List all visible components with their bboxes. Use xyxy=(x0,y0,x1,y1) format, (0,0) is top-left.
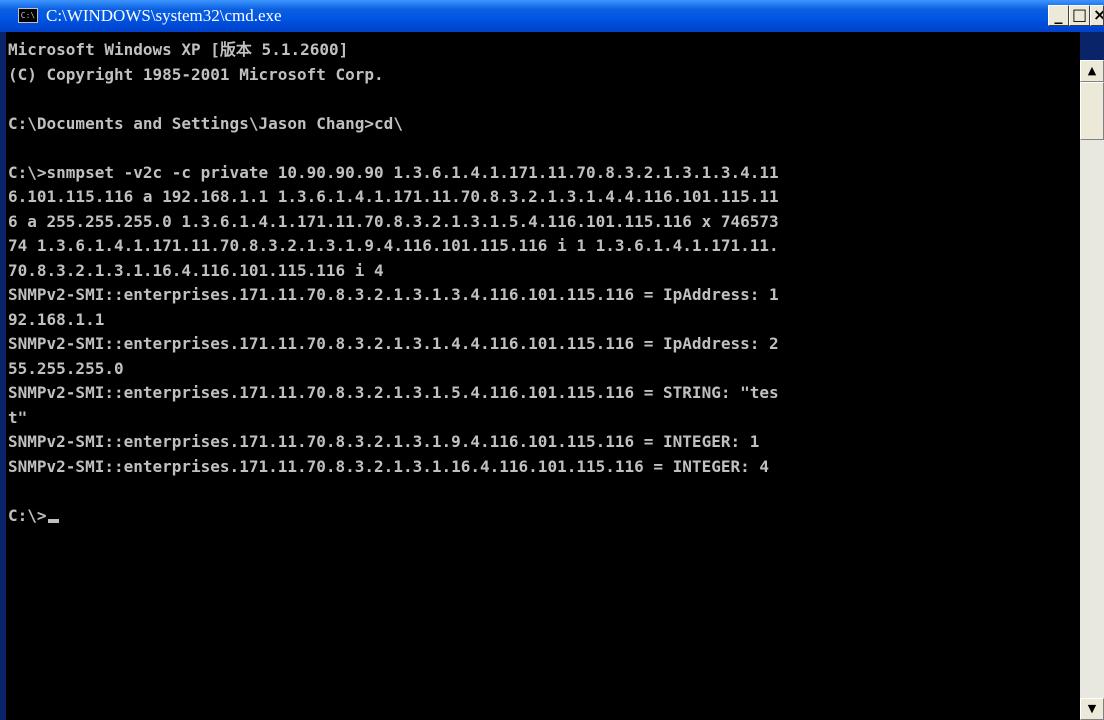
console-line: 70.8.3.2.1.3.1.16.4.116.101.115.116 i 4 xyxy=(8,260,384,280)
scroll-up-icon[interactable]: ▲ xyxy=(1080,60,1104,82)
console-line: 74 1.3.6.1.4.1.171.11.70.8.3.2.1.3.1.9.4… xyxy=(8,236,779,255)
console-area[interactable]: Microsoft Windows XP [版本 5.1.2600] (C) C… xyxy=(6,32,1080,720)
console-line: SNMPv2-SMI::enterprises.171.11.70.8.3.2.… xyxy=(8,383,779,402)
console-line: C:\Documents and Settings\Jason Chang>cd… xyxy=(8,113,403,133)
console-output: Microsoft Windows XP [版本 5.1.2600] (C) C… xyxy=(6,32,1080,528)
console-line: t" xyxy=(8,407,28,427)
console-line: SNMPv2-SMI::enterprises.171.11.70.8.3.2.… xyxy=(8,456,769,476)
text-cursor xyxy=(47,518,59,523)
cmd-window: C:\ C:\WINDOWS\system32\cmd.exe _ □ × Mi… xyxy=(0,0,1104,720)
maximize-button[interactable]: □ xyxy=(1069,5,1090,26)
console-line: 6.101.115.116 a 192.168.1.1 1.3.6.1.4.1.… xyxy=(8,187,779,206)
console-line: SNMPv2-SMI::enterprises.171.11.70.8.3.2.… xyxy=(8,432,760,451)
close-button[interactable]: × xyxy=(1090,5,1104,26)
vertical-scrollbar[interactable]: ▲ ▼ xyxy=(1080,60,1104,720)
console-line: Microsoft Windows XP [版本 5.1.2600] xyxy=(8,40,349,59)
scroll-thumb[interactable] xyxy=(1080,82,1104,140)
console-line: SNMPv2-SMI::enterprises.171.11.70.8.3.2.… xyxy=(8,285,779,304)
console-line: (C) Copyright 1985-2001 Microsoft Corp. xyxy=(8,64,384,84)
console-line: 6 a 255.255.255.0 1.3.6.1.4.1.171.11.70.… xyxy=(8,211,779,231)
console-line: 55.255.255.0 xyxy=(8,358,124,378)
scroll-down-icon[interactable]: ▼ xyxy=(1080,698,1104,720)
console-lines: Microsoft Windows XP [版本 5.1.2600] (C) C… xyxy=(8,40,779,476)
cmd-app-icon[interactable]: C:\ xyxy=(18,8,38,23)
console-line: C:\>snmpset -v2c -c private 10.90.90.90 … xyxy=(8,162,779,182)
command-prompt: C:\> xyxy=(8,505,47,525)
window-title: C:\WINDOWS\system32\cmd.exe xyxy=(46,6,282,25)
console-line: 92.168.1.1 xyxy=(8,309,105,329)
minimize-button[interactable]: _ xyxy=(1048,5,1069,26)
console-line: SNMPv2-SMI::enterprises.171.11.70.8.3.2.… xyxy=(8,334,779,353)
title-bar[interactable]: C:\ C:\WINDOWS\system32\cmd.exe _ □ × xyxy=(0,0,1104,32)
